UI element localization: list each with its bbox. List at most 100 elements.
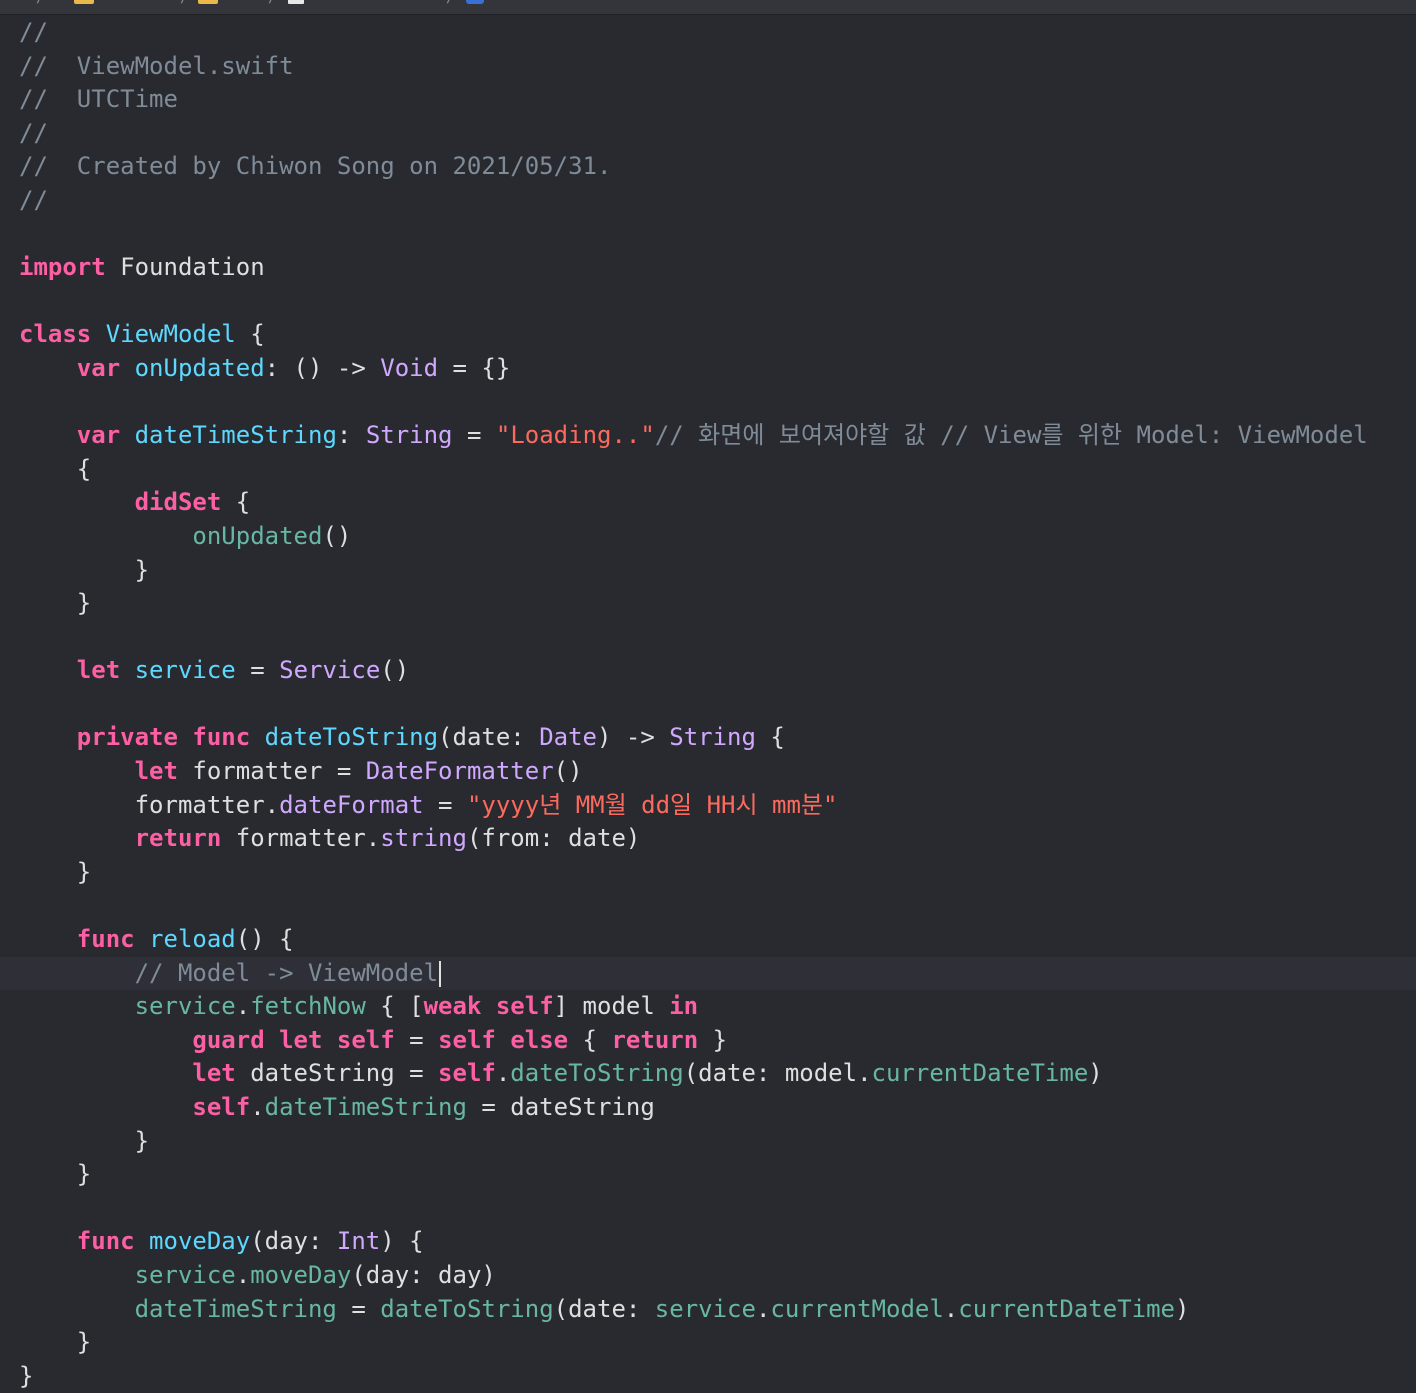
code-line[interactable]: } — [0, 1158, 1416, 1192]
code-token: service — [134, 656, 236, 685]
code-line[interactable]: service.fetchNow { [weak self] model in — [0, 990, 1416, 1024]
code-line[interactable]: } — [0, 1360, 1416, 1393]
code-token: in — [669, 992, 699, 1021]
code-line[interactable]: let service = Service() — [0, 654, 1416, 688]
code-line[interactable]: class ViewModel { — [0, 318, 1416, 352]
code-line[interactable]: self.dateTimeString = dateString — [0, 1091, 1416, 1125]
code-line[interactable]: let dateString = self.dateToString(date:… — [0, 1057, 1416, 1091]
code-token: "yyyy년 MM월 dd일 HH시 mm분" — [466, 790, 838, 819]
code-line[interactable]: { — [0, 453, 1416, 487]
code-line[interactable]: func moveDay(day: Int) { — [0, 1225, 1416, 1259]
code-line[interactable]: import Foundation — [0, 251, 1416, 285]
code-token: (date: — [438, 723, 540, 752]
code-editor[interactable]: // // ViewModel.swift // UTCTime // // Creat… — [0, 16, 1416, 1390]
code-line[interactable]: func reload() { — [0, 923, 1416, 957]
code-token: currentModel — [770, 1294, 944, 1323]
code-token: fetchNow — [250, 992, 366, 1021]
code-token: } — [19, 857, 92, 886]
code-line[interactable]: guard let self = self else { return } — [0, 1024, 1416, 1058]
code-line[interactable]: } — [0, 1326, 1416, 1360]
code-line[interactable]: } — [0, 554, 1416, 588]
code-token: self — [438, 1025, 496, 1054]
code-token: let — [76, 656, 121, 685]
code-token: let — [134, 757, 178, 786]
code-line[interactable]: // ViewModel.swift — [0, 50, 1416, 84]
code-token: dateToString — [510, 1059, 684, 1088]
code-token: { — [19, 454, 92, 483]
code-line[interactable]: onUpdated() — [0, 520, 1416, 554]
code-token: let — [192, 1059, 236, 1088]
code-line[interactable] — [0, 889, 1416, 923]
code-token: formatter. — [221, 824, 381, 853]
code-token: return — [134, 824, 222, 853]
code-line[interactable] — [0, 218, 1416, 252]
folder-icon[interactable] — [74, 0, 94, 4]
file-icon[interactable] — [288, 0, 304, 4]
code-token: // ViewModel.swift — [19, 51, 294, 80]
code-token: dateToString — [264, 723, 439, 752]
code-line[interactable]: return formatter.string(from: date) — [0, 822, 1416, 856]
folder-icon[interactable] — [198, 0, 218, 4]
code-token: // — [19, 185, 48, 214]
code-line[interactable] — [0, 386, 1416, 420]
code-token: } — [19, 1126, 150, 1155]
code-token: (day: day) — [351, 1260, 496, 1289]
code-token: formatter = — [177, 757, 366, 786]
code-line[interactable]: let formatter = DateFormatter() — [0, 755, 1416, 789]
code-token: . — [943, 1294, 959, 1323]
code-line[interactable]: } — [0, 587, 1416, 621]
code-line[interactable]: formatter.dateFormat = "yyyy년 MM월 dd일 HH… — [0, 789, 1416, 823]
code-token: () — [322, 521, 352, 550]
code-line[interactable]: dateTimeString = dateToString(date: serv… — [0, 1293, 1416, 1327]
code-token: () { — [235, 925, 294, 954]
code-token: else — [510, 1025, 569, 1054]
code-token: Date — [539, 723, 597, 752]
code-token: Service — [279, 656, 381, 685]
code-token: . — [235, 992, 251, 1021]
swift-file-icon[interactable] — [466, 0, 484, 4]
code-token: self — [495, 992, 554, 1021]
code-line[interactable]: // Model -> ViewModel — [0, 956, 1416, 991]
code-token: let — [279, 1025, 323, 1054]
code-token: String — [365, 421, 453, 450]
code-line[interactable]: } — [0, 856, 1416, 890]
code-line[interactable]: // — [0, 117, 1416, 151]
code-line[interactable]: } — [0, 1125, 1416, 1159]
code-line[interactable]: var onUpdated: () -> Void = {} — [0, 352, 1416, 386]
code-line[interactable]: // — [0, 16, 1416, 50]
code-line[interactable] — [0, 621, 1416, 655]
code-token: onUpdated — [192, 521, 323, 550]
code-token: class — [19, 320, 92, 349]
code-line[interactable] — [0, 285, 1416, 319]
code-token: service — [134, 992, 236, 1021]
code-token: Void — [380, 353, 439, 382]
code-token: { — [235, 320, 265, 349]
code-line[interactable]: // UTCTime — [0, 83, 1416, 117]
code-token: . — [755, 1294, 771, 1323]
code-line[interactable]: didSet { — [0, 486, 1416, 520]
code-line[interactable]: // Created by Chiwon Song on 2021/05/31. — [0, 150, 1416, 184]
code-token: // Created by Chiwon Song on 2021/05/31. — [19, 152, 612, 181]
code-token: } — [19, 1328, 92, 1357]
code-line[interactable]: service.moveDay(day: day) — [0, 1259, 1416, 1293]
code-line[interactable]: private func dateToString(date: Date) ->… — [0, 721, 1416, 755]
code-line[interactable] — [0, 688, 1416, 722]
code-line[interactable]: // — [0, 184, 1416, 218]
code-line[interactable] — [0, 1192, 1416, 1226]
code-token: (from: date) — [466, 824, 641, 853]
code-line[interactable]: var dateTimeString: String = "Loading.."… — [0, 419, 1416, 453]
code-token: // — [19, 18, 48, 46]
